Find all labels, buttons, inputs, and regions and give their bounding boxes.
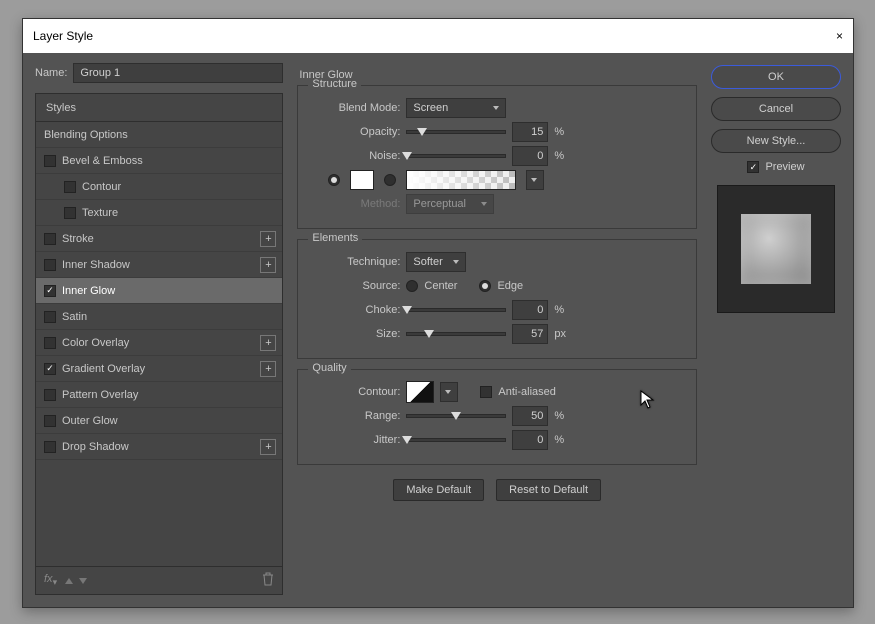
opacity-label: Opacity: bbox=[308, 126, 400, 138]
preview-label: Preview bbox=[765, 161, 804, 173]
style-blending-options[interactable]: Blending Options bbox=[36, 122, 282, 148]
preview-checkbox[interactable] bbox=[747, 161, 759, 173]
new-style-button[interactable]: New Style... bbox=[711, 129, 841, 153]
source-edge-radio[interactable] bbox=[479, 280, 491, 292]
check-icon[interactable] bbox=[44, 337, 56, 349]
add-icon[interactable]: + bbox=[260, 231, 276, 247]
name-label: Name: bbox=[35, 67, 67, 79]
style-gradient-overlay[interactable]: Gradient Overlay+ bbox=[36, 356, 282, 382]
style-pattern-overlay[interactable]: Pattern Overlay bbox=[36, 382, 282, 408]
style-texture[interactable]: Texture bbox=[36, 200, 282, 226]
method-select: Perceptual bbox=[406, 194, 494, 214]
style-outer-glow[interactable]: Outer Glow bbox=[36, 408, 282, 434]
quality-legend: Quality bbox=[308, 362, 350, 374]
ok-button[interactable]: OK bbox=[711, 65, 841, 89]
check-icon[interactable] bbox=[44, 259, 56, 271]
contour-dropdown[interactable] bbox=[440, 382, 458, 402]
anti-aliased-checkbox[interactable] bbox=[480, 386, 492, 398]
noise-label: Noise: bbox=[308, 150, 400, 162]
range-input[interactable] bbox=[512, 406, 548, 426]
blend-mode-select[interactable]: Screen bbox=[406, 98, 506, 118]
color-radio[interactable] bbox=[328, 174, 340, 186]
gradient-radio[interactable] bbox=[384, 174, 396, 186]
technique-label: Technique: bbox=[308, 256, 400, 268]
style-inner-shadow[interactable]: Inner Shadow+ bbox=[36, 252, 282, 278]
jitter-input[interactable] bbox=[512, 430, 548, 450]
style-inner-glow[interactable]: Inner Glow bbox=[36, 278, 282, 304]
style-drop-shadow[interactable]: Drop Shadow+ bbox=[36, 434, 282, 460]
reorder-icons[interactable] bbox=[65, 578, 87, 584]
blend-mode-label: Blend Mode: bbox=[308, 102, 400, 114]
dialog-title: Layer Style bbox=[33, 29, 93, 43]
jitter-slider[interactable] bbox=[406, 438, 506, 442]
style-contour[interactable]: Contour bbox=[36, 174, 282, 200]
color-swatch[interactable] bbox=[350, 170, 374, 190]
check-icon[interactable] bbox=[44, 363, 56, 375]
add-icon[interactable]: + bbox=[260, 439, 276, 455]
check-icon[interactable] bbox=[64, 181, 76, 193]
fx-icon[interactable]: fx▾ bbox=[44, 573, 57, 588]
titlebar: Layer Style × bbox=[23, 19, 853, 53]
styles-header[interactable]: Styles bbox=[36, 94, 282, 122]
size-input[interactable] bbox=[512, 324, 548, 344]
check-icon[interactable] bbox=[44, 233, 56, 245]
noise-input[interactable] bbox=[512, 146, 548, 166]
noise-slider[interactable] bbox=[406, 154, 506, 158]
check-icon[interactable] bbox=[44, 441, 56, 453]
choke-label: Choke: bbox=[308, 304, 400, 316]
check-icon[interactable] bbox=[44, 415, 56, 427]
styles-panel: Styles Blending Options Bevel & Emboss C… bbox=[35, 93, 283, 595]
structure-legend: Structure bbox=[308, 78, 361, 90]
add-icon[interactable]: + bbox=[260, 335, 276, 351]
choke-input[interactable] bbox=[512, 300, 548, 320]
style-satin[interactable]: Satin bbox=[36, 304, 282, 330]
range-label: Range: bbox=[308, 410, 400, 422]
gradient-dropdown[interactable] bbox=[526, 170, 544, 190]
check-icon[interactable] bbox=[44, 285, 56, 297]
add-icon[interactable]: + bbox=[260, 361, 276, 377]
make-default-button[interactable]: Make Default bbox=[393, 479, 484, 501]
elements-legend: Elements bbox=[308, 232, 362, 244]
left-column: Name: Styles Blending Options Bevel & Em… bbox=[35, 61, 283, 595]
contour-label: Contour: bbox=[308, 386, 400, 398]
choke-slider[interactable] bbox=[406, 308, 506, 312]
gradient-swatch[interactable] bbox=[406, 170, 516, 190]
elements-group: Elements Technique: Softer Source: Cente… bbox=[297, 239, 697, 359]
quality-group: Quality Contour: Anti-aliased Range: % bbox=[297, 369, 697, 465]
opacity-input[interactable] bbox=[512, 122, 548, 142]
source-label: Source: bbox=[308, 280, 400, 292]
jitter-label: Jitter: bbox=[308, 434, 400, 446]
cancel-button[interactable]: Cancel bbox=[711, 97, 841, 121]
reset-default-button[interactable]: Reset to Default bbox=[496, 479, 601, 501]
style-color-overlay[interactable]: Color Overlay+ bbox=[36, 330, 282, 356]
settings-column: Inner Glow Structure Blend Mode: Screen … bbox=[293, 61, 701, 595]
structure-group: Structure Blend Mode: Screen Opacity: % … bbox=[297, 85, 697, 229]
trash-icon[interactable] bbox=[262, 572, 274, 589]
size-label: Size: bbox=[308, 328, 400, 340]
layer-style-dialog: Layer Style × Name: Styles Blending Opti… bbox=[22, 18, 854, 608]
check-icon[interactable] bbox=[44, 389, 56, 401]
range-slider[interactable] bbox=[406, 414, 506, 418]
styles-toolbar: fx▾ bbox=[36, 566, 282, 594]
method-label: Method: bbox=[308, 198, 400, 210]
check-icon[interactable] bbox=[44, 155, 56, 167]
contour-picker[interactable] bbox=[406, 381, 434, 403]
right-column: OK Cancel New Style... Preview bbox=[711, 61, 841, 595]
style-bevel-emboss[interactable]: Bevel & Emboss bbox=[36, 148, 282, 174]
add-icon[interactable]: + bbox=[260, 257, 276, 273]
check-icon[interactable] bbox=[44, 311, 56, 323]
size-slider[interactable] bbox=[406, 332, 506, 336]
preview-box bbox=[717, 185, 835, 313]
close-icon[interactable]: × bbox=[836, 29, 843, 43]
check-icon[interactable] bbox=[64, 207, 76, 219]
name-input[interactable] bbox=[73, 63, 283, 83]
source-center-radio[interactable] bbox=[406, 280, 418, 292]
style-stroke[interactable]: Stroke+ bbox=[36, 226, 282, 252]
technique-select[interactable]: Softer bbox=[406, 252, 466, 272]
opacity-slider[interactable] bbox=[406, 130, 506, 134]
preview-thumbnail bbox=[741, 214, 811, 284]
